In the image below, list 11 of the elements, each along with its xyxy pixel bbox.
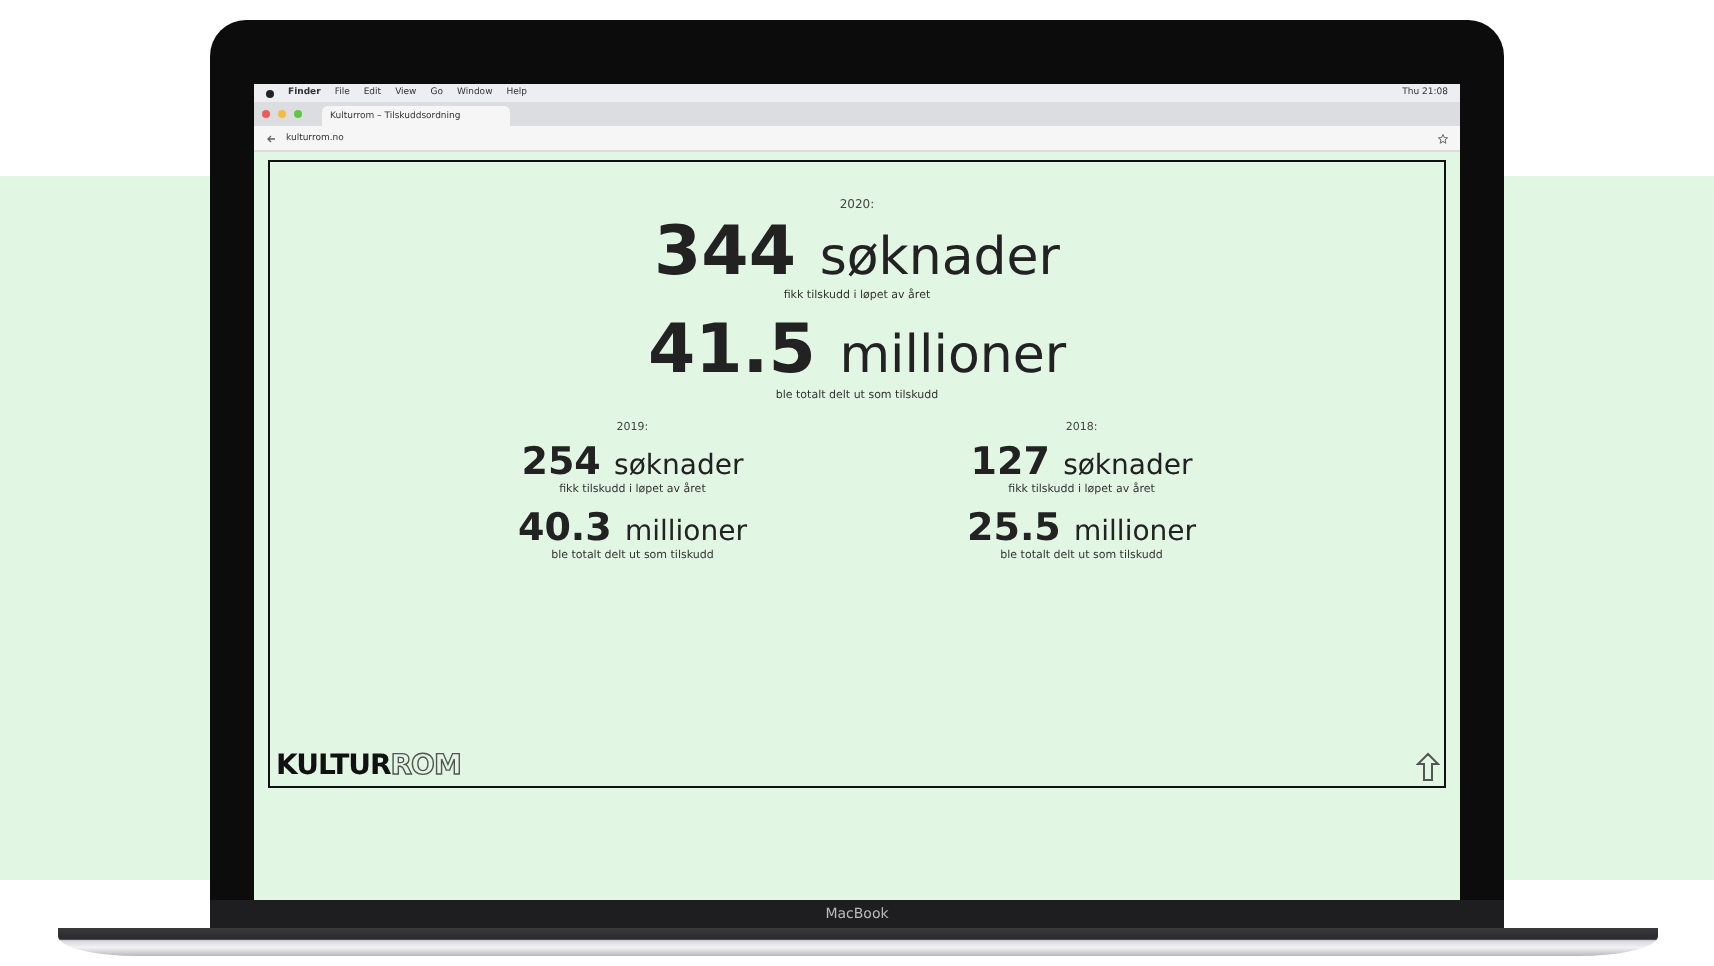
back-arrow-icon[interactable] <box>266 133 276 143</box>
stat-figure: 254 søknader <box>521 441 744 484</box>
stat-figure: 41.5 millioner <box>647 314 1067 390</box>
star-icon[interactable] <box>1438 133 1448 143</box>
logo[interactable]: KULTURROM <box>276 750 461 782</box>
close-window-icon[interactable] <box>262 110 270 118</box>
stat-figure: 40.3 millioner <box>517 507 747 550</box>
stat-figure: 25.5 millioner <box>967 507 1197 550</box>
up-arrow-icon[interactable] <box>1416 752 1440 782</box>
stat-figure: 127 søknader <box>970 441 1193 484</box>
stat-figure: 344 søknader <box>654 216 1060 291</box>
